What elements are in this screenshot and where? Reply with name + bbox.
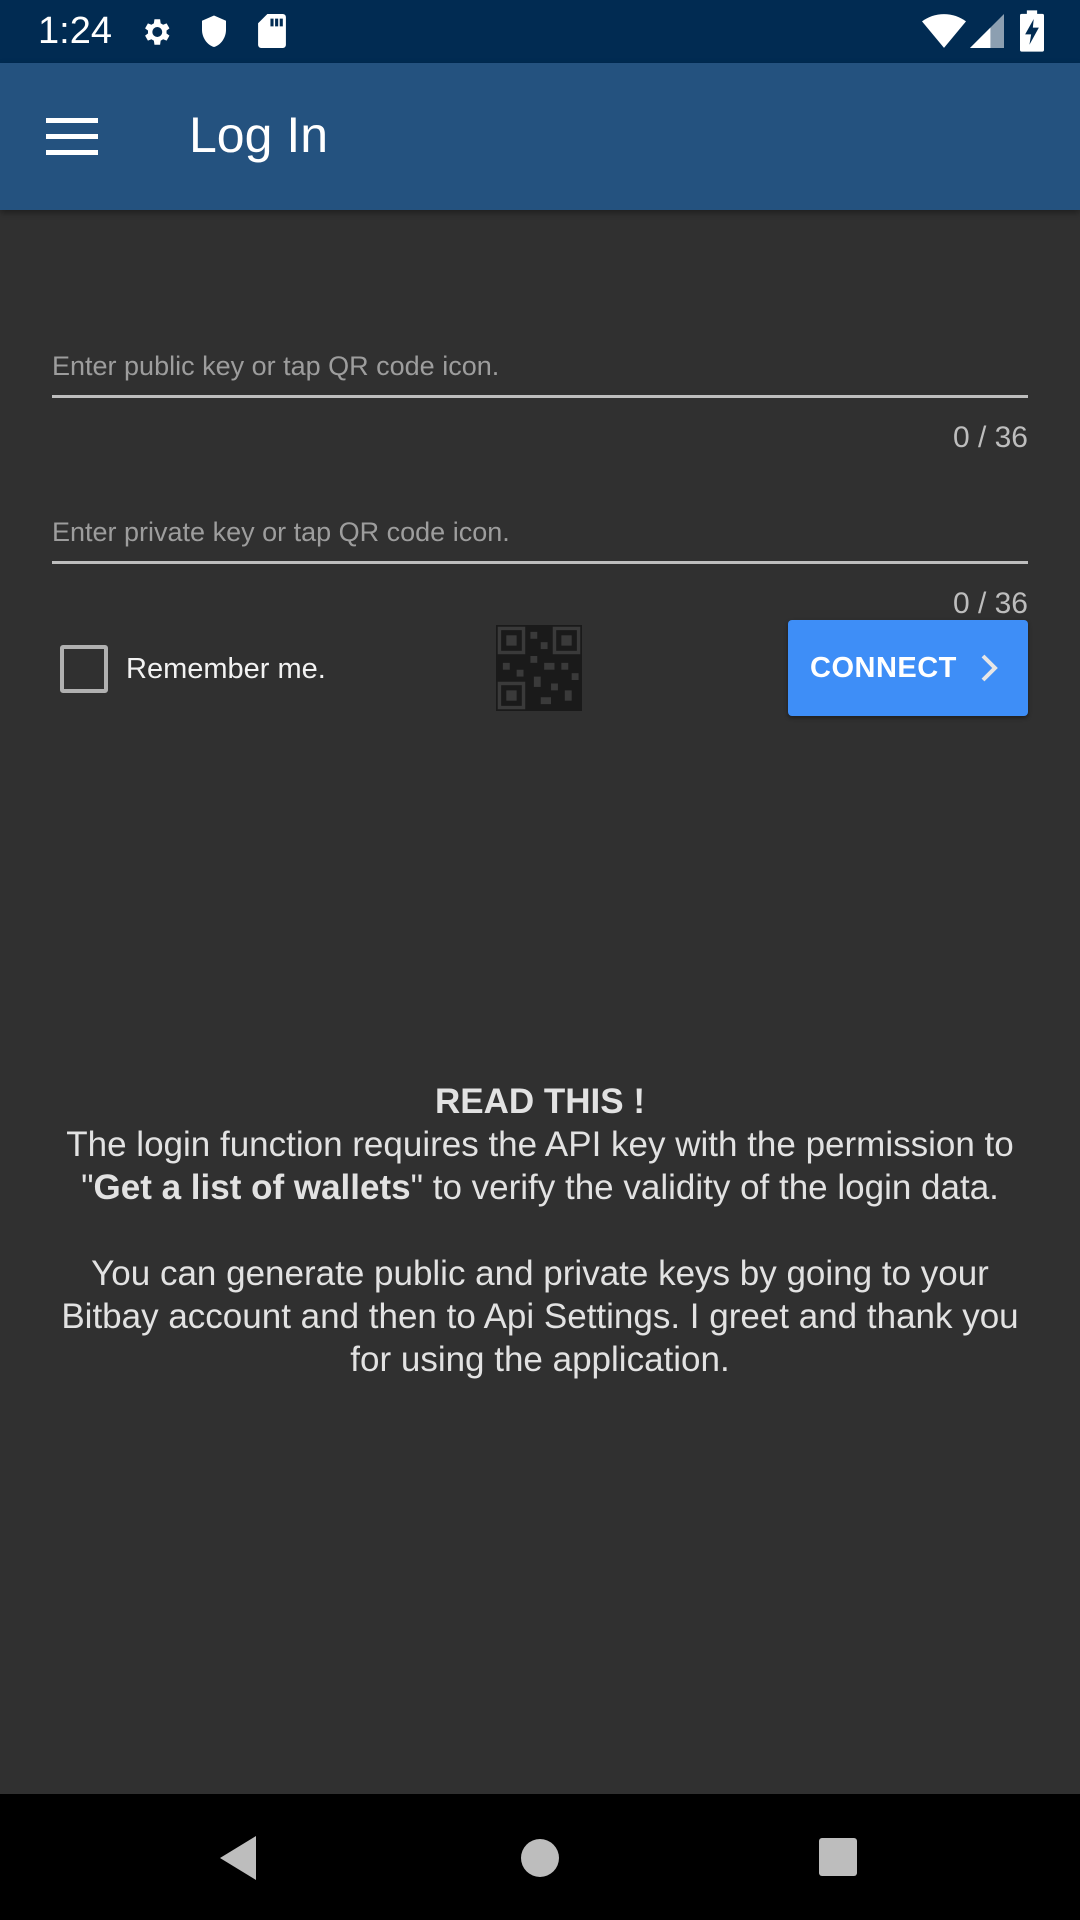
hamburger-menu-icon bbox=[46, 118, 98, 155]
info-text: READ THIS ! The login function requires … bbox=[50, 1080, 1030, 1381]
public-key-field[interactable] bbox=[52, 338, 1028, 398]
battery-charging-icon bbox=[1020, 10, 1044, 52]
app-bar: Log In bbox=[0, 63, 1080, 210]
status-time: 1:24 bbox=[38, 10, 112, 52]
sd-card-icon bbox=[258, 14, 286, 48]
page-title: Log In bbox=[189, 107, 329, 163]
menu-button[interactable] bbox=[30, 101, 114, 173]
info-gap bbox=[50, 1209, 1030, 1252]
navigation-bar bbox=[0, 1794, 1080, 1920]
info-p1-after: " to verify the validity of the login da… bbox=[410, 1168, 999, 1207]
private-key-field[interactable] bbox=[52, 504, 1028, 564]
shield-icon bbox=[202, 15, 226, 47]
back-icon[interactable] bbox=[216, 1834, 260, 1882]
signal-icon bbox=[970, 14, 1004, 48]
public-key-underline bbox=[52, 395, 1028, 398]
info-paragraph-2: You can generate public and private keys… bbox=[61, 1254, 1019, 1379]
private-key-underline bbox=[52, 561, 1028, 564]
info-p1-bold: Get a list of wallets bbox=[93, 1168, 411, 1207]
recents-icon[interactable] bbox=[817, 1836, 859, 1878]
private-key-counter: 0 / 36 bbox=[952, 587, 1028, 620]
public-key-input[interactable] bbox=[52, 338, 1028, 394]
home-icon[interactable] bbox=[518, 1836, 562, 1880]
info-heading: READ THIS ! bbox=[435, 1082, 645, 1121]
info-paragraph-1: The login function requires the API key … bbox=[50, 1123, 1030, 1209]
connect-label: CONNECT bbox=[810, 651, 957, 684]
remember-me-label[interactable]: Remember me. bbox=[126, 649, 326, 689]
qr-code-icon[interactable] bbox=[496, 625, 582, 711]
remember-me-checkbox[interactable] bbox=[60, 645, 108, 693]
private-key-input[interactable] bbox=[52, 504, 1028, 560]
connect-button[interactable]: CONNECT bbox=[788, 620, 1028, 716]
status-bar: 1:24 bbox=[0, 0, 1080, 63]
public-key-counter: 0 / 36 bbox=[952, 421, 1028, 454]
chevron-right-icon bbox=[979, 653, 999, 683]
wifi-icon bbox=[922, 14, 966, 48]
gear-icon bbox=[145, 19, 170, 45]
